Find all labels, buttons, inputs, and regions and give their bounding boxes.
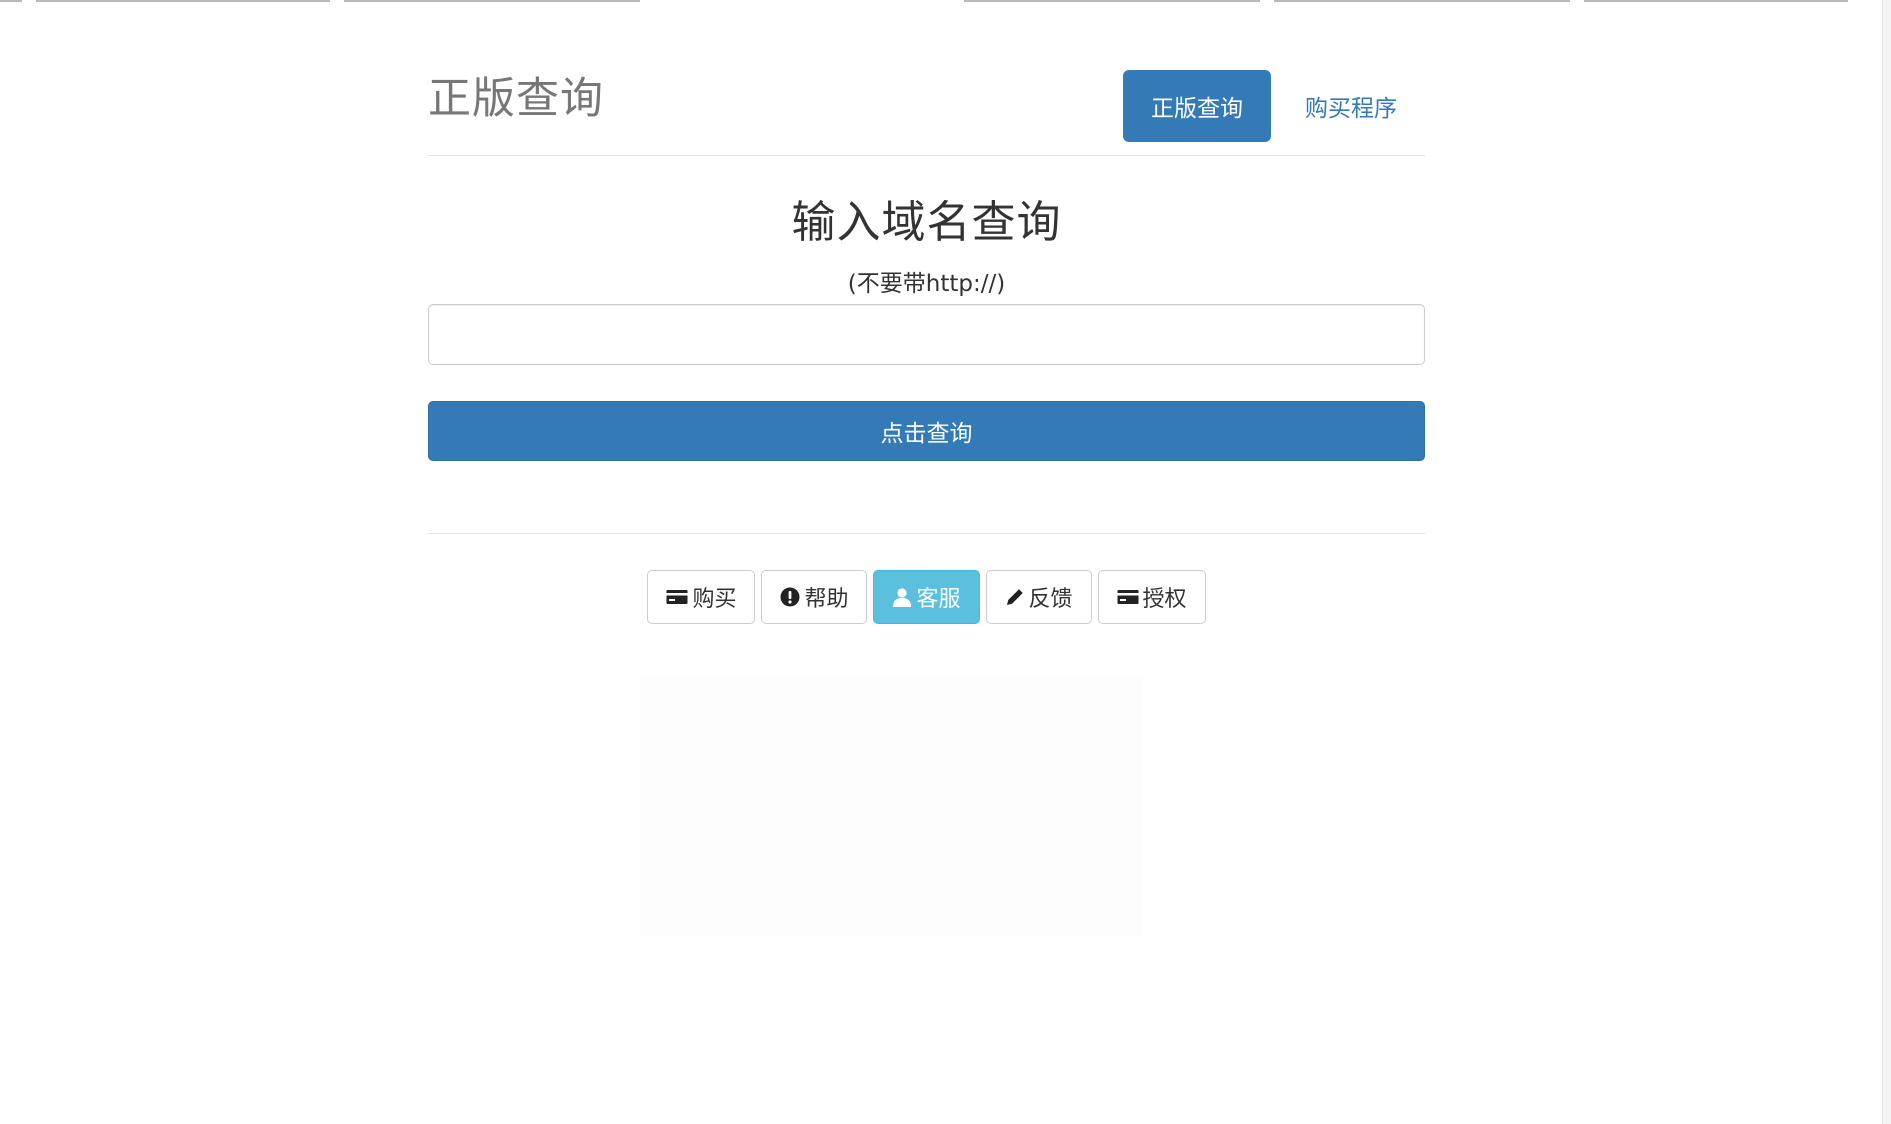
buy-button[interactable]: 购买 xyxy=(647,570,756,624)
support-button[interactable]: 客服 xyxy=(873,570,980,624)
pencil-icon xyxy=(1005,587,1025,607)
user-icon xyxy=(892,587,912,607)
nav-item-purchase[interactable]: 购买程序 xyxy=(1277,70,1425,142)
support-button-label: 客服 xyxy=(916,587,961,612)
divider xyxy=(428,533,1425,534)
domain-input[interactable] xyxy=(428,304,1425,365)
feedback-button-label: 反馈 xyxy=(1028,587,1073,612)
scrollbar[interactable] xyxy=(1882,0,1891,1124)
page: 正版查询 正版查询 购买程序 输入域名查询 (不要带http://) 点击查询 … xyxy=(0,0,1891,1124)
main-container: 正版查询 正版查询 购买程序 输入域名查询 (不要带http://) 点击查询 … xyxy=(428,0,1425,624)
form-hint: (不要带http://) xyxy=(847,271,1006,297)
form-title: 输入域名查询 xyxy=(791,197,1062,248)
nav-item-verify[interactable]: 正版查询 xyxy=(1123,70,1271,142)
license-button[interactable]: 授权 xyxy=(1097,570,1206,624)
query-form: 输入域名查询 (不要带http://) 点击查询 xyxy=(428,156,1425,461)
header: 正版查询 正版查询 购买程序 xyxy=(428,0,1425,156)
credit-card-icon xyxy=(666,589,688,605)
license-button-label: 授权 xyxy=(1142,587,1187,612)
help-button-label: 帮助 xyxy=(804,587,849,612)
exclamation-circle-icon xyxy=(780,587,800,607)
nav-pills: 正版查询 购买程序 xyxy=(1117,70,1425,142)
brand-title: 正版查询 xyxy=(428,74,604,124)
feedback-button[interactable]: 反馈 xyxy=(985,570,1092,624)
buy-button-label: 购买 xyxy=(692,587,737,612)
help-button[interactable]: 帮助 xyxy=(761,570,868,624)
empty-content-area xyxy=(640,675,1142,937)
credit-card-icon xyxy=(1117,589,1139,605)
query-button[interactable]: 点击查询 xyxy=(428,401,1425,461)
footer-button-group: 购买 帮助 客服 反馈 授权 xyxy=(428,570,1425,624)
